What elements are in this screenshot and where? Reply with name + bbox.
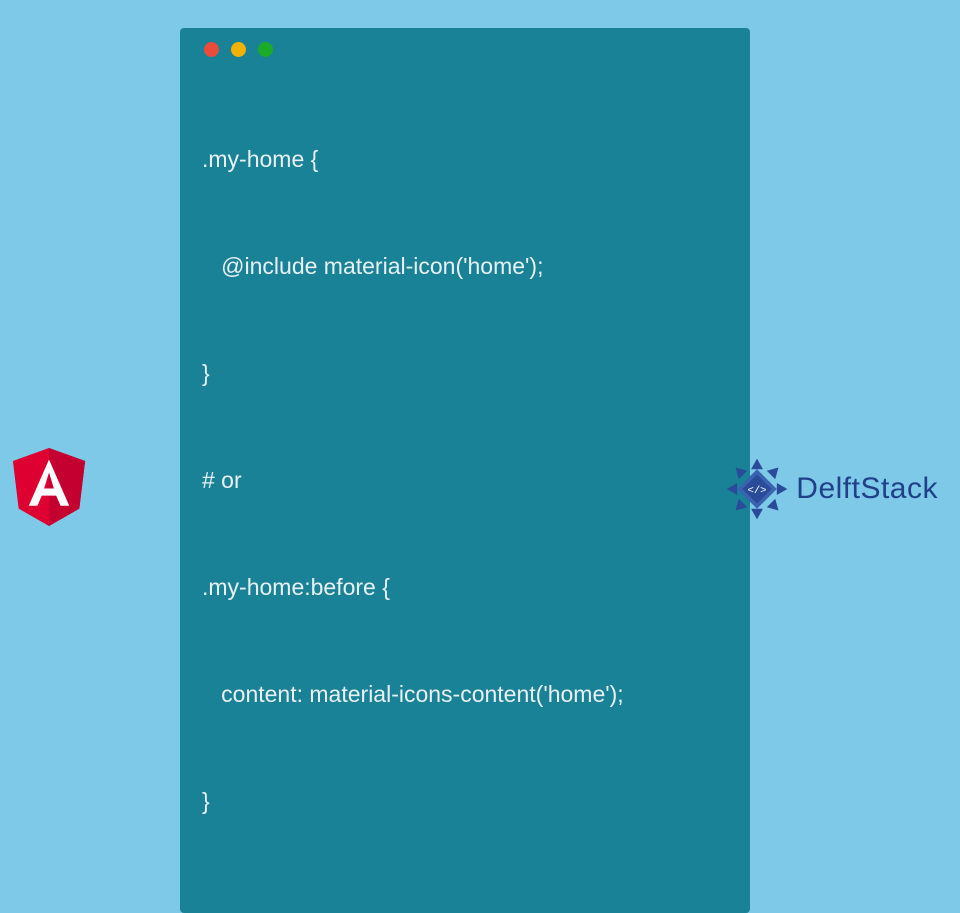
code-line: @include material-icon('home'); [202,249,728,285]
maximize-dot-icon [258,42,273,57]
delftstack-brand: </> DelftStack [724,456,938,522]
code-line: .my-home:before { [202,570,728,606]
code-line: .my-home { [202,142,728,178]
code-line: content: material-icons-content('home'); [202,677,728,713]
minimize-dot-icon [231,42,246,57]
svg-text:</>: </> [748,485,767,497]
code-line: } [202,356,728,392]
window-traffic-lights [204,42,728,57]
code-line: # or [202,463,728,499]
delftstack-brand-text: DelftStack [796,472,938,506]
close-dot-icon [204,42,219,57]
code-line: } [202,784,728,820]
code-snippet-card: .my-home { @include material-icon('home'… [180,28,750,913]
angular-logo-icon [12,448,86,526]
delftstack-seal-icon: </> [724,456,790,522]
code-block: .my-home { @include material-icon('home'… [202,71,728,891]
